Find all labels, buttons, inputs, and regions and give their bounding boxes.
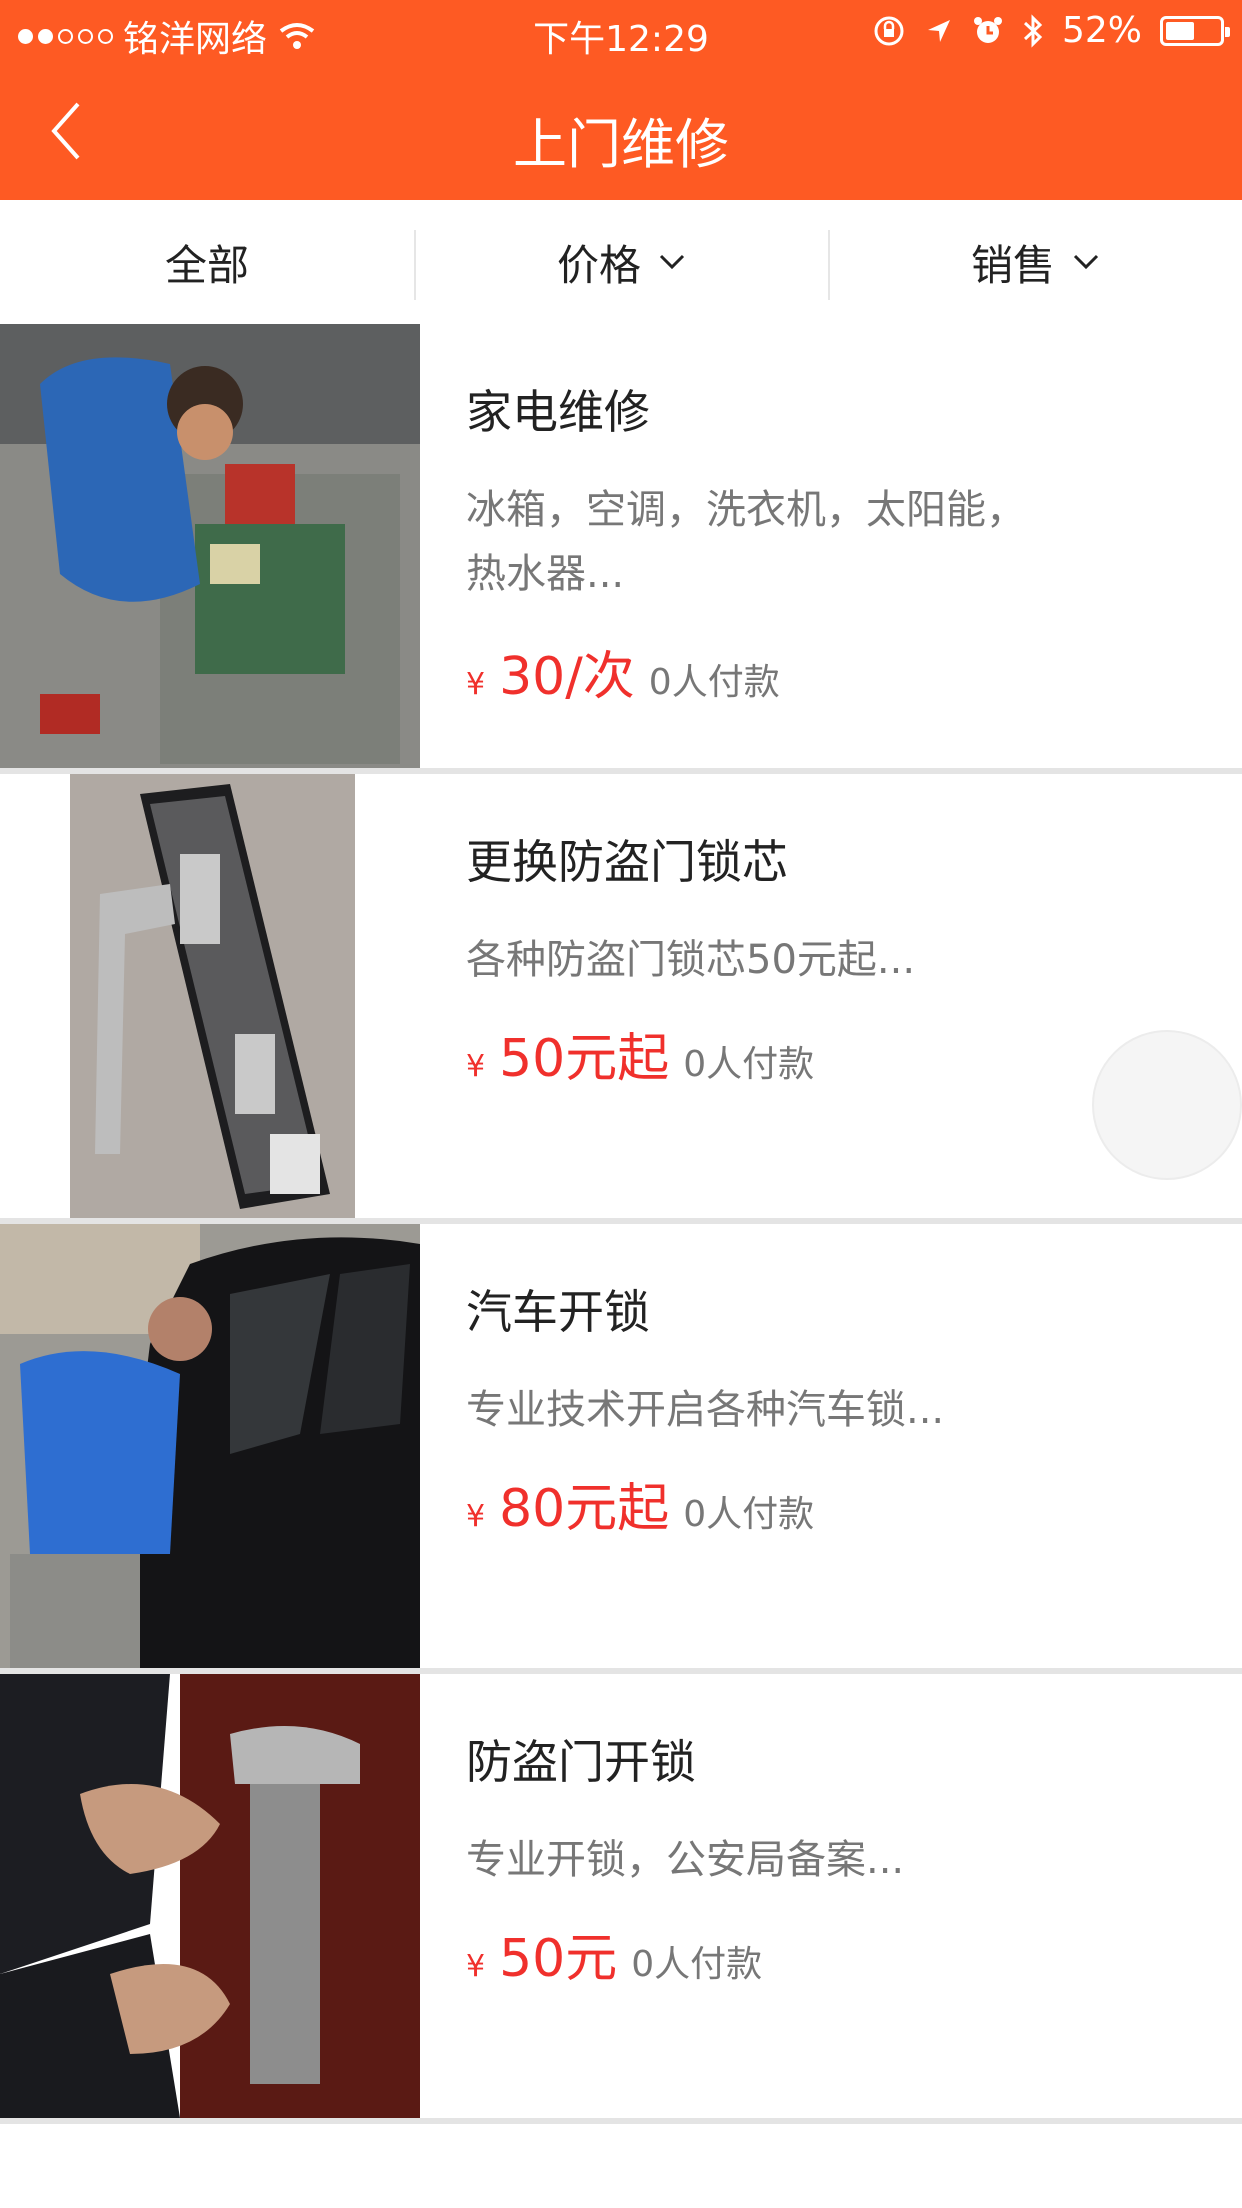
item-title: 更换防盗门锁芯 bbox=[466, 835, 788, 889]
filter-sales-label: 销售 bbox=[970, 240, 1055, 290]
item-description: 冰箱，空调，洗衣机，太阳能，热水器... bbox=[466, 487, 1026, 597]
chevron-down-icon bbox=[1073, 254, 1099, 270]
list-item[interactable]: 更换防盗门锁芯 各种防盗门锁芯50元起... ¥ 50元起 0人付款 bbox=[0, 774, 1242, 1224]
alarm-icon bbox=[973, 16, 1002, 43]
item-title: 防盗门开锁 bbox=[466, 1735, 696, 1789]
filter-all-label: 全部 bbox=[164, 240, 249, 290]
filter-all[interactable]: 全部 bbox=[0, 200, 414, 324]
floating-assistive-button[interactable] bbox=[1092, 1030, 1242, 1180]
location-icon bbox=[927, 19, 950, 42]
item-thumbnail bbox=[0, 1224, 420, 1668]
item-title: 汽车开锁 bbox=[466, 1285, 650, 1339]
header: 铭洋网络 下午12:29 52% 上门维修 bbox=[0, 0, 1242, 200]
currency-symbol: ¥ bbox=[466, 1049, 486, 1084]
item-price: 50元 bbox=[499, 1929, 618, 1989]
nav-bar: 上门维修 bbox=[0, 64, 1242, 200]
filter-sales[interactable]: 销售 bbox=[828, 200, 1242, 324]
item-thumbnail bbox=[0, 774, 420, 1218]
page-title: 上门维修 bbox=[513, 113, 729, 176]
item-thumbnail bbox=[0, 1674, 420, 2118]
item-paid-count: 0人付款 bbox=[648, 662, 780, 703]
item-thumbnail bbox=[0, 324, 420, 768]
item-paid-count: 0人付款 bbox=[683, 1044, 815, 1085]
currency-symbol: ¥ bbox=[466, 667, 486, 702]
status-bar: 铭洋网络 下午12:29 52% bbox=[0, 0, 1242, 64]
item-price: 50元起 bbox=[499, 1029, 670, 1089]
service-list: 家电维修 冰箱，空调，洗衣机，太阳能，热水器... ¥ 30/次 0人付款 更换… bbox=[0, 324, 1242, 2124]
currency-symbol: ¥ bbox=[466, 1499, 486, 1534]
bluetooth-icon bbox=[1023, 13, 1043, 48]
item-title: 家电维修 bbox=[466, 385, 650, 439]
item-paid-count: 0人付款 bbox=[683, 1494, 815, 1535]
battery-percent: 52% bbox=[1061, 10, 1142, 51]
item-description: 各种防盗门锁芯50元起... bbox=[466, 937, 916, 983]
list-item[interactable]: 家电维修 冰箱，空调，洗衣机，太阳能，热水器... ¥ 30/次 0人付款 bbox=[0, 324, 1242, 774]
filter-price[interactable]: 价格 bbox=[414, 200, 828, 324]
chevron-down-icon bbox=[659, 254, 685, 270]
currency-symbol: ¥ bbox=[466, 1949, 486, 1984]
item-paid-count: 0人付款 bbox=[631, 1944, 763, 1985]
item-price: 80元起 bbox=[499, 1479, 670, 1539]
filter-bar: 全部 价格 销售 bbox=[0, 200, 1242, 324]
item-price: 30/次 bbox=[499, 647, 635, 707]
list-item[interactable]: 防盗门开锁 专业开锁，公安局备案... ¥ 50元 0人付款 bbox=[0, 1674, 1242, 2124]
filter-price-label: 价格 bbox=[556, 240, 641, 290]
rotation-lock-icon bbox=[874, 16, 904, 45]
battery-icon bbox=[1160, 15, 1230, 46]
item-description: 专业开锁，公安局备案... bbox=[466, 1837, 905, 1883]
item-description: 专业技术开启各种汽车锁... bbox=[466, 1387, 945, 1433]
list-item[interactable]: 汽车开锁 专业技术开启各种汽车锁... ¥ 80元起 0人付款 bbox=[0, 1224, 1242, 1674]
